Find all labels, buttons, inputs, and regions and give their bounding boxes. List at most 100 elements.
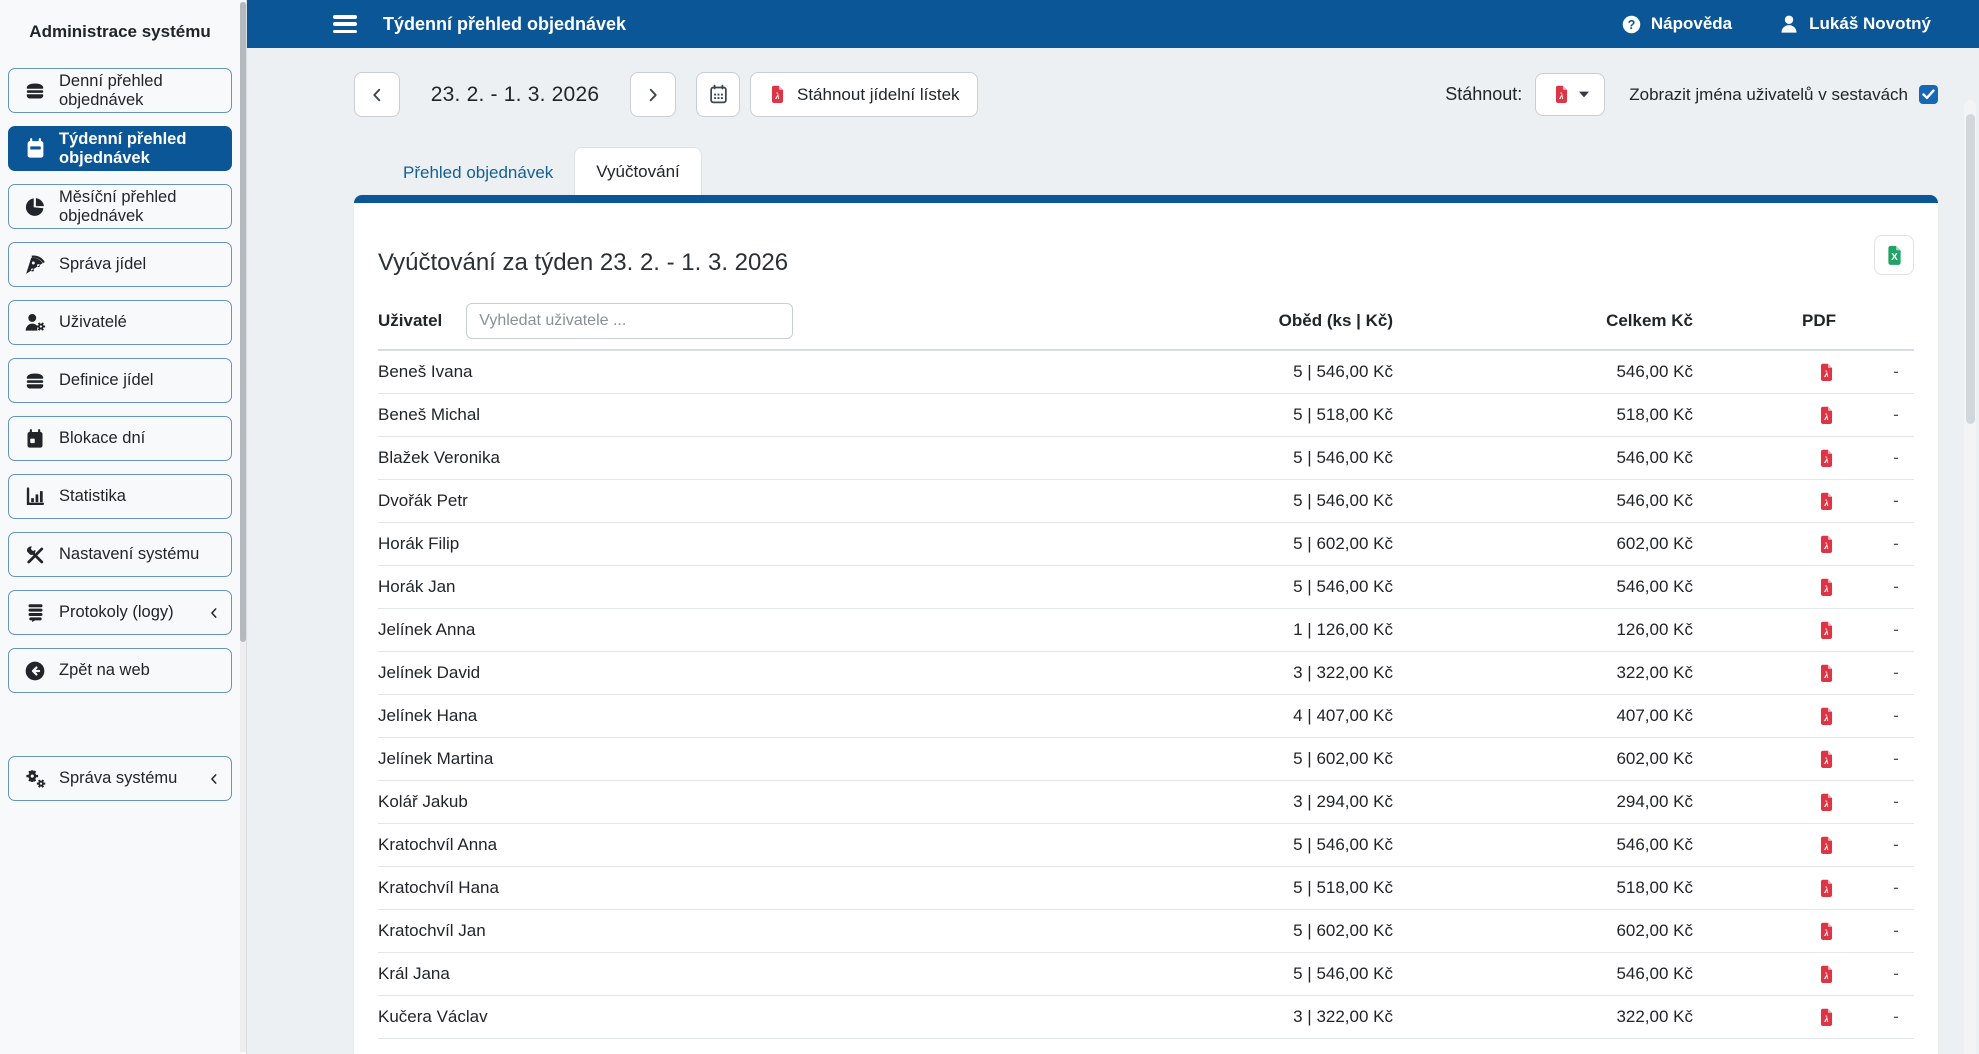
table-row: Kučera Václav 3 | 322,00 Kč 322,00 Kč - (378, 996, 1914, 1039)
next-week-button[interactable] (630, 72, 676, 117)
lunch-cell: 3 | 322,00 Kč (1293, 663, 1393, 682)
sidebar-item-mesicni-prehled[interactable]: Měsíční přehled objednávek (8, 184, 232, 229)
table-row: Dvořák Petr 5 | 546,00 Kč 546,00 Kč - (378, 480, 1914, 523)
circle-arrow-left-icon (24, 660, 46, 682)
row-pdf-download-icon[interactable] (1817, 879, 1836, 898)
page-title: Týdenní přehled objednávek (383, 13, 627, 34)
table-body: Beneš Ivana 5 | 546,00 Kč 546,00 Kč - Be… (378, 351, 1914, 1039)
column-header-lunch: Oběd (ks | Kč) (1278, 311, 1393, 330)
user-name-cell: Dvořák Petr (378, 491, 468, 510)
week-toolbar: 23. 2. - 1. 3. 2026 Stáhnout jídelní lís… (354, 72, 1938, 117)
row-pdf-download-icon[interactable] (1817, 363, 1836, 382)
calendar-picker-button[interactable] (696, 72, 740, 117)
row-pdf-download-icon[interactable] (1817, 750, 1836, 769)
sidebar-scrollbar[interactable] (240, 2, 246, 1052)
dash-cell: - (1893, 620, 1899, 639)
lunch-cell: 5 | 546,00 Kč (1293, 362, 1393, 381)
sidebar-item-nastaveni-systemu[interactable]: Nastavení systému (8, 532, 232, 577)
user-name-cell: Jelínek David (378, 663, 481, 682)
user-name-cell: Beneš Michal (378, 405, 481, 424)
download-menu-button[interactable]: Stáhnout jídelní lístek (750, 72, 978, 117)
hamburger-menu-icon[interactable] (333, 15, 357, 33)
user-name-cell: Kratochvíl Jan (378, 921, 486, 940)
sidebar-item-denni-prehled[interactable]: Denní přehled objednávek (8, 68, 232, 113)
sidebar-item-definice-jidel[interactable]: Definice jídel (8, 358, 232, 403)
row-pdf-download-icon[interactable] (1817, 449, 1836, 468)
user-name-cell: Horák Jan (378, 577, 456, 596)
sidebar-item-statistika[interactable]: Statistika (8, 474, 232, 519)
lunch-cell: 5 | 602,00 Kč (1293, 749, 1393, 768)
user-name-cell: Jelínek Martina (378, 749, 494, 768)
sidebar-item-label: Protokoly (logy) (59, 603, 174, 621)
show-names-checkbox[interactable] (1919, 85, 1938, 104)
row-pdf-download-icon[interactable] (1817, 621, 1836, 640)
sidebar-item-tydenni-prehled[interactable]: Týdenní přehled objednávek (8, 126, 232, 171)
chevron-left-icon (207, 772, 221, 786)
dash-cell: - (1893, 878, 1899, 897)
row-pdf-download-icon[interactable] (1817, 965, 1836, 984)
total-cell: 407,00 Kč (1616, 706, 1693, 725)
row-pdf-download-icon[interactable] (1817, 578, 1836, 597)
sidebar-scrollbar-thumb[interactable] (240, 2, 246, 642)
user-name-cell: Horák Filip (378, 534, 460, 553)
tools-icon (24, 544, 46, 566)
lunch-cell: 5 | 546,00 Kč (1293, 964, 1393, 983)
row-pdf-download-icon[interactable] (1817, 492, 1836, 511)
total-cell: 294,00 Kč (1616, 792, 1693, 811)
lunch-cell: 5 | 602,00 Kč (1293, 921, 1393, 940)
row-pdf-download-icon[interactable] (1817, 922, 1836, 941)
export-excel-button[interactable] (1874, 235, 1914, 275)
lunch-cell: 1 | 126,00 Kč (1293, 620, 1393, 639)
row-pdf-download-icon[interactable] (1817, 793, 1836, 812)
row-pdf-download-icon[interactable] (1817, 1008, 1836, 1027)
content-scrollbar[interactable] (1964, 100, 1976, 1054)
download-format-dropdown[interactable] (1535, 73, 1606, 116)
pdf-file-icon (1555, 85, 1567, 103)
row-pdf-download-icon[interactable] (1817, 664, 1836, 683)
row-pdf-download-icon[interactable] (1817, 707, 1836, 726)
user-menu[interactable]: Lukáš Novotný (1778, 13, 1931, 35)
user-name-cell: Kučera Václav (378, 1007, 488, 1026)
lunch-cell: 5 | 518,00 Kč (1293, 878, 1393, 897)
card-title: Vyúčtování za týden 23. 2. - 1. 3. 2026 (378, 249, 789, 276)
pizza-icon (24, 254, 46, 276)
total-cell: 602,00 Kč (1616, 749, 1693, 768)
search-input[interactable] (466, 303, 794, 339)
calendar-week-icon (24, 138, 46, 160)
table-row: Beneš Michal 5 | 518,00 Kč 518,00 Kč - (378, 394, 1914, 437)
sidebar-item-sprava-systemu[interactable]: Správa systému (8, 756, 232, 801)
total-cell: 518,00 Kč (1616, 405, 1693, 424)
lunch-cell: 4 | 407,00 Kč (1293, 706, 1393, 725)
sidebar-item-uzivatele[interactable]: Uživatelé (8, 300, 232, 345)
column-header-pdf: PDF (1802, 311, 1836, 330)
help-button[interactable]: Nápověda (1621, 14, 1732, 35)
total-cell: 322,00 Kč (1616, 1007, 1693, 1026)
total-cell: 546,00 Kč (1616, 577, 1693, 596)
sidebar-item-zpet-na-web[interactable]: Zpět na web (8, 648, 232, 693)
previous-week-button[interactable] (354, 72, 400, 117)
user-name-cell: Blažek Veronika (378, 448, 500, 467)
dash-cell: - (1893, 921, 1899, 940)
table-row: Jelínek Martina 5 | 602,00 Kč 602,00 Kč … (378, 738, 1914, 781)
tab-vyuctovani[interactable]: Vyúčtování (574, 147, 702, 195)
row-pdf-download-icon[interactable] (1817, 535, 1836, 554)
user-name: Lukáš Novotný (1809, 14, 1931, 33)
column-header-total: Celkem Kč (1606, 311, 1693, 330)
row-pdf-download-icon[interactable] (1817, 836, 1836, 855)
tab-prehled-objednavek[interactable]: Přehled objednávek (382, 151, 574, 195)
sidebar-item-sprava-jidel[interactable]: Správa jídel (8, 242, 232, 287)
sidebar-item-label: Správa systému (59, 769, 178, 787)
dash-cell: - (1893, 964, 1899, 983)
billing-card: Vyúčtování za týden 23. 2. - 1. 3. 2026 … (354, 195, 1938, 1054)
app-window: Administrace systému Denní přehled objed… (0, 0, 1979, 1054)
sidebar: Administrace systému Denní přehled objed… (0, 0, 247, 1054)
table-row: Jelínek David 3 | 322,00 Kč 322,00 Kč - (378, 652, 1914, 695)
dash-cell: - (1893, 835, 1899, 854)
sidebar-item-protokoly[interactable]: Protokoly (logy) (8, 590, 232, 635)
row-pdf-download-icon[interactable] (1817, 406, 1836, 425)
gears-icon (24, 768, 46, 790)
sidebar-item-label: Měsíční přehled objednávek (59, 187, 177, 225)
content-scrollbar-thumb[interactable] (1965, 114, 1975, 424)
sidebar-item-blokace-dni[interactable]: Blokace dní (8, 416, 232, 461)
table-row: Horák Jan 5 | 546,00 Kč 546,00 Kč - (378, 566, 1914, 609)
